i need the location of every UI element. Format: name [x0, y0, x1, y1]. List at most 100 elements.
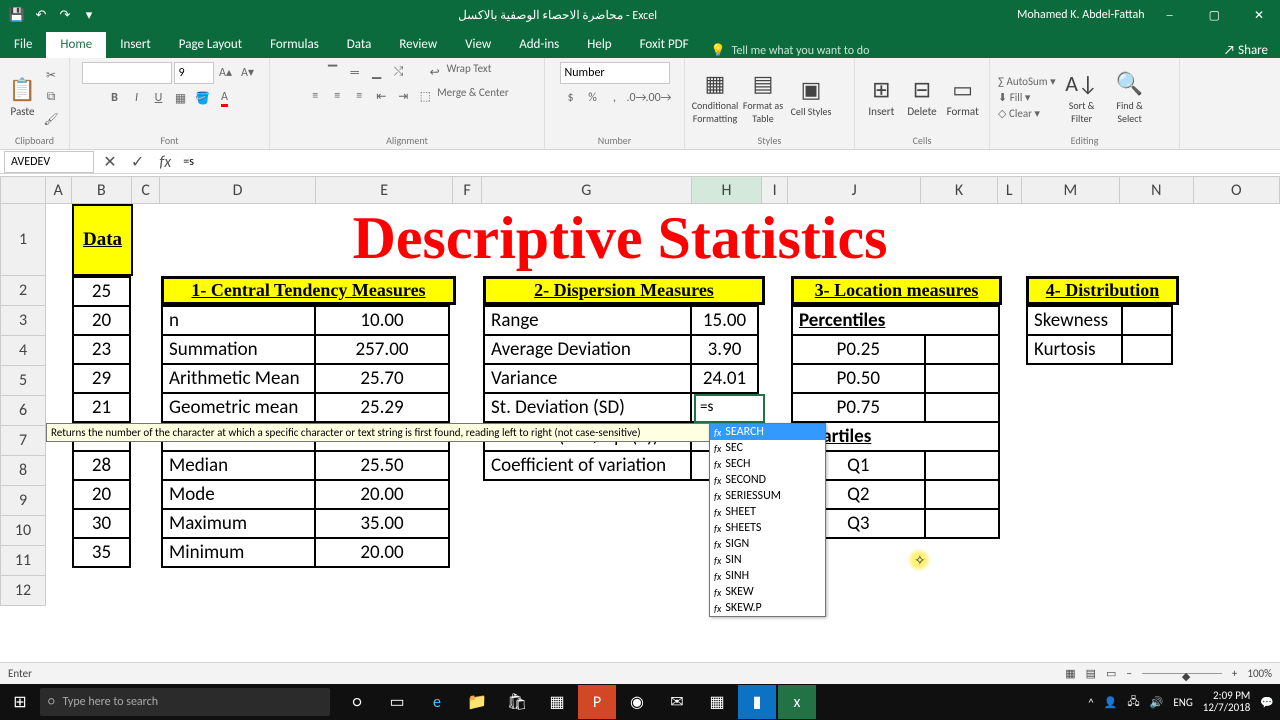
align-mid-icon[interactable]: ═ — [345, 62, 365, 82]
view-layout-icon[interactable]: ▤ — [1086, 667, 1096, 680]
taskbar-search[interactable]: ○Type here to search — [40, 688, 330, 716]
zoom-in-icon[interactable]: + — [1232, 667, 1237, 680]
edge-icon[interactable]: e — [418, 685, 456, 719]
tell-me[interactable]: 💡Tell me what you want to do — [711, 43, 870, 58]
align-center-icon[interactable]: ≡ — [327, 86, 347, 106]
tab-help[interactable]: Help — [573, 32, 625, 58]
col-O[interactable]: O — [1194, 176, 1280, 204]
paste-button[interactable]: 📋Paste — [8, 76, 37, 118]
formula-autocomplete[interactable]: fxSEARCH fxSEC fxSECH fxSECOND fxSERIESS… — [709, 423, 826, 617]
shrink-font-icon[interactable]: A▾ — [238, 62, 258, 82]
tray-lang[interactable]: ENG — [1173, 696, 1192, 709]
tray-date[interactable]: 12/7/2018 — [1203, 702, 1251, 714]
excel-icon[interactable]: x — [778, 685, 816, 719]
select-all-corner[interactable] — [0, 176, 46, 204]
fdrop-item[interactable]: fxSIGN — [710, 536, 825, 552]
col-I[interactable]: I — [762, 176, 788, 204]
border-icon[interactable]: ▦ — [171, 88, 191, 108]
col-D[interactable]: D — [160, 176, 316, 204]
bold-button[interactable]: B — [105, 88, 125, 108]
grow-font-icon[interactable]: A▴ — [216, 62, 236, 82]
cut-icon[interactable]: ✂ — [41, 65, 61, 85]
cortana-icon[interactable]: ○ — [338, 685, 376, 719]
undo-icon[interactable]: ↶ — [32, 8, 50, 23]
row-11[interactable]: 11 — [0, 546, 46, 576]
insert-cells-button[interactable]: ⊞Insert — [863, 76, 900, 118]
italic-button[interactable]: I — [127, 88, 147, 108]
row-7[interactable]: 7 — [0, 426, 46, 456]
fmt-table-button[interactable]: ▤Format as Table — [741, 70, 785, 125]
number-format[interactable] — [560, 62, 670, 84]
spreadsheet-grid[interactable]: A B C D E F G H I J K L M N O 1 2 3 4 5 … — [0, 176, 1280, 662]
app-icon[interactable]: ▦ — [538, 685, 576, 719]
delete-cells-button[interactable]: ⊟Delete — [904, 76, 941, 118]
store-icon[interactable]: 🛍 — [498, 685, 536, 719]
maximize-icon[interactable]: ▢ — [1193, 8, 1235, 23]
fdrop-item[interactable]: fxSERIESSUM — [710, 488, 825, 504]
tab-file[interactable]: File — [0, 32, 46, 58]
view-break-icon[interactable]: ▭ — [1106, 667, 1116, 680]
calc-icon[interactable]: ▦ — [698, 685, 736, 719]
view-normal-icon[interactable]: ▦ — [1065, 667, 1075, 680]
ppt-icon[interactable]: P — [578, 685, 616, 719]
tray-up-icon[interactable]: ^ — [1088, 696, 1093, 709]
formula-input[interactable]: =s — [177, 155, 1280, 169]
fill-button[interactable]: ⬇ Fill ▾ — [998, 91, 1056, 104]
start-button[interactable]: ⊞ — [0, 692, 40, 712]
cond-fmt-button[interactable]: ▦Conditional Formatting — [693, 70, 737, 125]
minimize-icon[interactable]: ─ — [1149, 9, 1191, 23]
row-5[interactable]: 5 — [0, 366, 46, 396]
copy-icon[interactable]: ⧉ — [41, 87, 61, 107]
row-10[interactable]: 10 — [0, 516, 46, 546]
app2-icon[interactable]: ▮ — [738, 685, 776, 719]
tab-data[interactable]: Data — [333, 32, 386, 58]
row-3[interactable]: 3 — [0, 306, 46, 336]
close-icon[interactable]: ✕ — [1238, 8, 1280, 23]
comma-icon[interactable]: , — [605, 88, 625, 108]
fdrop-search[interactable]: fxSEARCH — [710, 424, 825, 440]
orient-icon[interactable]: ⤭ — [389, 62, 409, 82]
font-size[interactable] — [174, 62, 214, 84]
indent-dec-icon[interactable]: ⇤ — [371, 86, 391, 106]
fdrop-item[interactable]: fxSECH — [710, 456, 825, 472]
align-top-icon[interactable]: ▔ — [323, 62, 343, 82]
find-select-button[interactable]: 🔍Find & Select — [1108, 70, 1152, 125]
explorer-icon[interactable]: 📁 — [458, 685, 496, 719]
col-B[interactable]: B — [72, 176, 133, 204]
col-M[interactable]: M — [1022, 176, 1120, 204]
currency-icon[interactable]: $ — [561, 88, 581, 108]
font-family[interactable] — [82, 62, 172, 84]
percent-icon[interactable]: % — [583, 88, 603, 108]
share-button[interactable]: ↗ Share — [1224, 43, 1268, 58]
align-right-icon[interactable]: ≡ — [349, 86, 369, 106]
col-E[interactable]: E — [316, 176, 453, 204]
tab-view[interactable]: View — [451, 32, 505, 58]
fdrop-item[interactable]: fxSKEW — [710, 584, 825, 600]
col-F[interactable]: F — [453, 176, 482, 204]
underline-button[interactable]: U — [149, 88, 169, 108]
dec-dec-icon[interactable]: .00→ — [649, 88, 669, 108]
fill-color-icon[interactable]: 🪣 — [193, 88, 213, 108]
font-color-icon[interactable]: A — [215, 88, 235, 108]
tray-notif-icon[interactable]: 💬 — [1260, 696, 1274, 709]
tray-people-icon[interactable]: 👤 — [1104, 696, 1118, 709]
tab-review[interactable]: Review — [385, 32, 451, 58]
cancel-formula-icon[interactable]: ✕ — [98, 152, 122, 172]
fdrop-item[interactable]: fxSECOND — [710, 472, 825, 488]
tab-home[interactable]: Home — [46, 32, 106, 58]
align-left-icon[interactable]: ≡ — [305, 86, 325, 106]
autosum-button[interactable]: ∑ AutoSum ▾ — [998, 75, 1056, 88]
wrap-icon[interactable]: ↩ — [425, 62, 445, 82]
fdrop-item[interactable]: fxSINH — [710, 568, 825, 584]
tab-page-layout[interactable]: Page Layout — [165, 32, 256, 58]
col-J[interactable]: J — [788, 176, 921, 204]
merge-icon[interactable]: ⬚ — [415, 86, 435, 106]
row-12[interactable]: 12 — [0, 576, 46, 606]
inc-dec-icon[interactable]: .0→ — [627, 88, 647, 108]
tab-formulas[interactable]: Formulas — [256, 32, 333, 58]
col-G[interactable]: G — [482, 176, 692, 204]
fdrop-item[interactable]: fxSEC — [710, 440, 825, 456]
col-A[interactable]: A — [46, 176, 72, 204]
align-bot-icon[interactable]: ▁ — [367, 62, 387, 82]
redo-icon[interactable]: ↷ — [56, 8, 74, 23]
